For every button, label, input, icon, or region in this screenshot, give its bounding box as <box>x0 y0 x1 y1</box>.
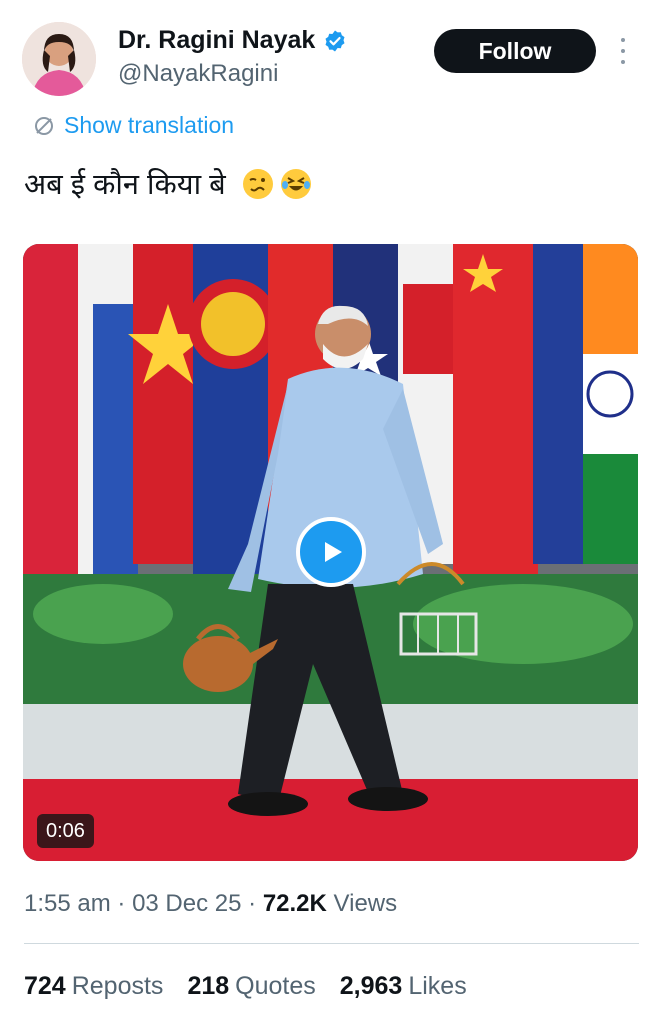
show-translation-link[interactable]: Show translation <box>32 112 234 139</box>
author-name-row[interactable]: Dr. Ragini Nayak <box>118 26 347 55</box>
tweet-meta: 1:55 am · 03 Dec 25 · 72.2K Views <box>24 890 398 917</box>
tweet-date[interactable]: 03 Dec 25 <box>132 890 241 917</box>
reposts-stat[interactable]: 724 Reposts <box>24 972 163 1001</box>
views-label: Views <box>333 890 398 917</box>
translate-icon <box>35 116 53 135</box>
divider <box>24 943 639 944</box>
rolling-on-floor-laughing-emoji <box>280 168 311 199</box>
tweet-text-content: अब ई कौन किया बे <box>24 169 226 201</box>
show-translation-label: Show translation <box>64 112 235 138</box>
avatar[interactable] <box>22 22 96 96</box>
likes-stat[interactable]: 2,963 Likes <box>340 972 467 1001</box>
quotes-stat[interactable]: 218 Quotes <box>187 972 315 1001</box>
follow-button[interactable]: Follow <box>434 29 596 73</box>
tweet-time[interactable]: 1:55 am <box>24 890 111 917</box>
views-count: 72.2K <box>262 890 327 917</box>
video-duration: 0:06 <box>37 814 94 848</box>
author-handle[interactable]: @NayakRagini <box>118 60 278 88</box>
woozy-face-emoji <box>242 168 273 199</box>
author-name[interactable]: Dr. Ragini Nayak <box>118 26 315 55</box>
more-vertical-icon[interactable] <box>618 38 628 64</box>
play-icon[interactable] <box>296 517 366 587</box>
tweet-text: अब ई कौन किया बे <box>24 164 312 203</box>
video-media[interactable]: 0:06 <box>23 244 638 861</box>
engagement-stats: 724 Reposts 218 Quotes 2,963 Likes <box>24 972 467 1001</box>
play-triangle-icon <box>325 542 342 562</box>
verified-badge-icon <box>325 30 345 51</box>
